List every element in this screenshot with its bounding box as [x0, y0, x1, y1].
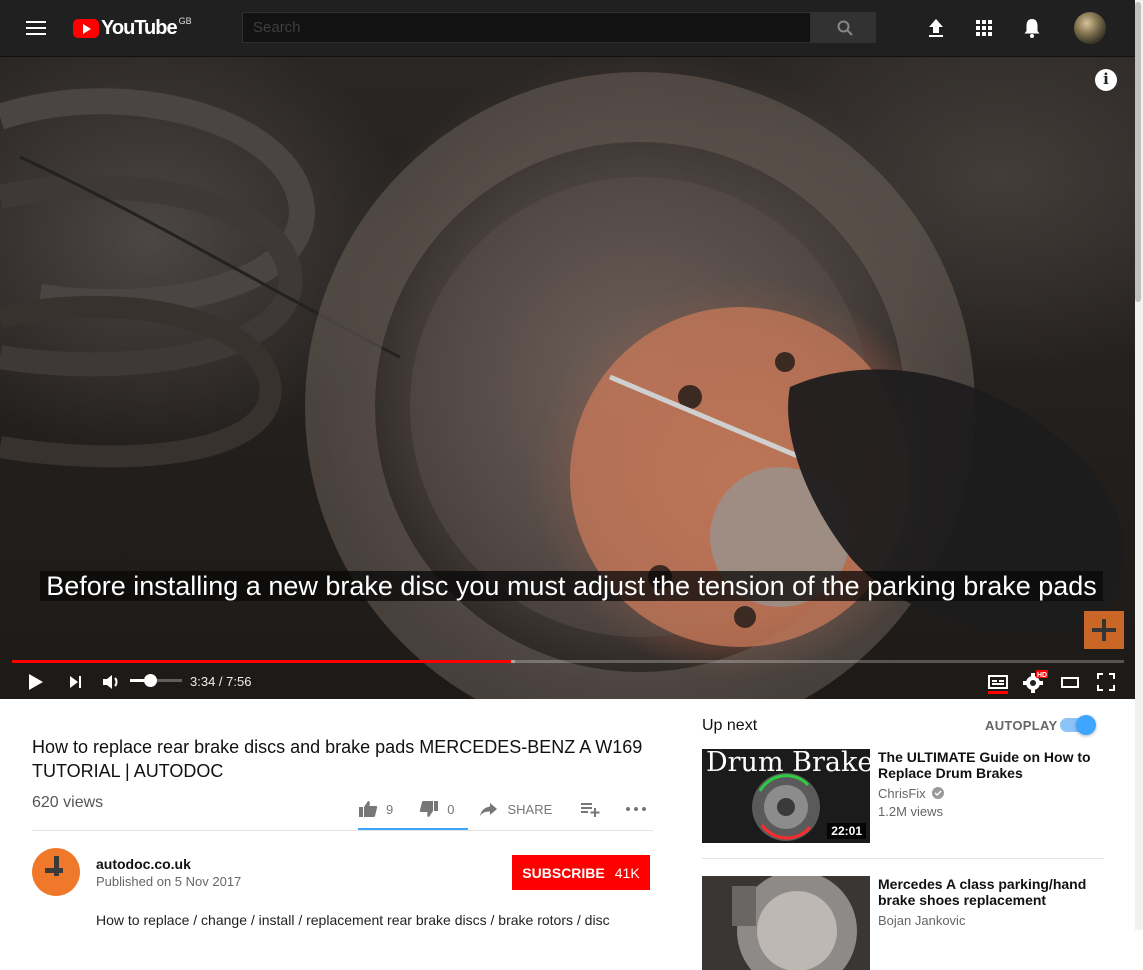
like-count: 9 [386, 801, 394, 817]
gear-icon: HD [1023, 670, 1048, 693]
info-icon[interactable] [1095, 69, 1117, 91]
recommendation-channel: ChrisFix [878, 786, 945, 801]
channel-name[interactable]: autodoc.co.uk [96, 856, 191, 872]
account-avatar[interactable] [1074, 12, 1106, 44]
publish-date: Published on 5 Nov 2017 [96, 874, 242, 889]
dislike-count: 0 [447, 801, 455, 817]
youtube-logo[interactable]: YouTube GB [73, 15, 192, 40]
channel-label: ChrisFix [878, 786, 926, 801]
video-thumbnail[interactable] [702, 876, 870, 970]
thumbs-down-icon [420, 801, 439, 817]
recommendation-item[interactable]: Drum Brakes 22:01 The ULTIMATE Guide on … [702, 749, 1104, 845]
thumbnail-art [702, 876, 870, 970]
volume-handle[interactable] [143, 674, 157, 687]
play-button[interactable] [26, 670, 46, 694]
volume-slider[interactable] [130, 674, 182, 687]
video-thumbnail[interactable]: Drum Brakes 22:01 [702, 749, 870, 843]
page-scrollbar[interactable] [1135, 0, 1143, 930]
more-horizontal-icon [626, 807, 647, 811]
upload-icon[interactable] [924, 16, 948, 40]
caption-text: Before installing a new brake disc you m… [40, 571, 1103, 601]
autoplay-toggle[interactable] [1060, 715, 1096, 735]
share-icon [480, 803, 498, 816]
subtitles-button[interactable] [986, 670, 1010, 694]
progress-played [12, 660, 512, 663]
video-actions: 9 0 SHARE [358, 795, 656, 823]
masthead: YouTube GB [0, 0, 1143, 57]
subscriber-count: 41K [614, 864, 640, 881]
video-description: How to replace / change / install / repl… [96, 912, 610, 928]
recommendation-views: 1.2M views [878, 804, 944, 819]
channel-watermark[interactable] [1084, 611, 1124, 649]
fullscreen-button[interactable] [1094, 670, 1118, 694]
mute-button[interactable] [100, 670, 122, 694]
theater-mode-icon [1061, 677, 1079, 688]
divider [32, 830, 653, 831]
region-code: GB [178, 15, 192, 26]
notifications-bell-icon[interactable] [1020, 16, 1044, 40]
hd-badge: HD [1037, 672, 1047, 679]
toggle-knob [1076, 715, 1096, 735]
subscribe-label: SUBSCRIBE [522, 864, 605, 881]
fullscreen-icon [1097, 673, 1115, 691]
caption-overlay: Before installing a new brake disc you m… [30, 570, 1113, 603]
video-duration: 22:01 [827, 823, 866, 839]
next-button[interactable] [66, 670, 86, 694]
search-input[interactable] [242, 12, 811, 43]
scrollbar-thumb[interactable] [1135, 2, 1141, 302]
progress-bar[interactable] [12, 660, 1124, 663]
logo-text: YouTube [101, 17, 178, 39]
divider [702, 858, 1104, 859]
watch-content: How to replace rear brake discs and brak… [0, 699, 1143, 970]
skip-next-icon [70, 676, 81, 688]
autoplay-label: AUTOPLAY [985, 718, 1058, 733]
youtube-play-icon [73, 19, 99, 38]
more-actions-button[interactable] [624, 799, 656, 819]
dislike-button[interactable]: 0 [419, 799, 454, 819]
recommendation-title[interactable]: The ULTIMATE Guide on How to Replace Dru… [878, 749, 1104, 781]
share-label: SHARE [507, 801, 553, 817]
search-button[interactable] [811, 12, 876, 43]
search-icon [837, 20, 853, 36]
subtitles-icon [988, 675, 1008, 694]
recommendation-item[interactable]: Mercedes A class parking/hand brake shoe… [702, 876, 1104, 970]
view-count: 620 views [32, 794, 104, 811]
up-next-heading: Up next [702, 717, 758, 734]
add-to-playlist-button[interactable] [580, 799, 608, 819]
time-display: 3:34 / 7:56 [190, 674, 252, 689]
recommendation-channel: Bojan Jankovic [878, 913, 966, 928]
volume-icon [103, 675, 118, 689]
playlist-add-icon [581, 803, 600, 817]
video-title: How to replace rear brake discs and brak… [32, 737, 643, 781]
apps-grid-icon[interactable] [972, 16, 996, 40]
recommendation-title[interactable]: Mercedes A class parking/hand brake shoe… [878, 876, 1104, 908]
thumbs-up-icon [359, 801, 378, 817]
verified-check-icon [932, 787, 945, 799]
settings-button[interactable]: HD [1022, 670, 1048, 694]
guide-menu-icon[interactable] [24, 18, 48, 38]
theater-mode-button[interactable] [1058, 670, 1082, 694]
channel-avatar[interactable] [32, 848, 80, 896]
video-player[interactable]: Before installing a new brake disc you m… [0, 57, 1143, 699]
thumbnail-title-text: Drum Brakes [706, 749, 870, 778]
like-button[interactable]: 9 [358, 799, 393, 819]
play-icon [29, 674, 43, 690]
subscribe-button[interactable]: SUBSCRIBE 41K [512, 855, 650, 890]
share-button[interactable]: SHARE [479, 799, 552, 819]
